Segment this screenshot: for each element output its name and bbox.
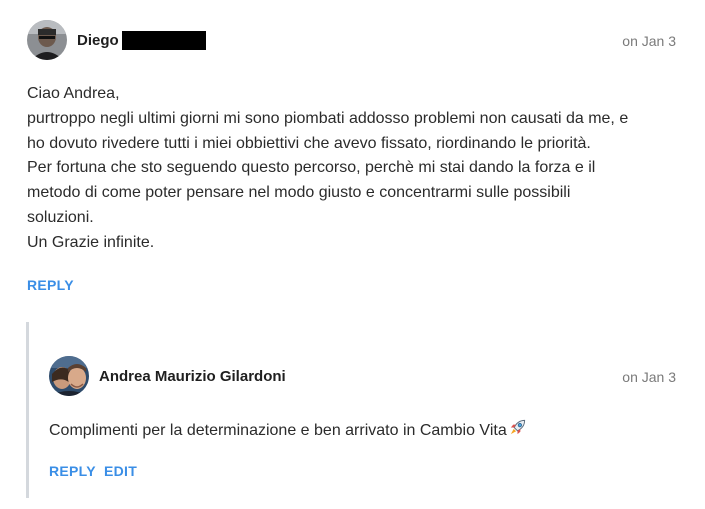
thread-line <box>26 322 29 498</box>
comment-timestamp[interactable]: on Jan 3 <box>622 33 676 49</box>
edit-button[interactable]: EDIT <box>104 463 137 479</box>
avatar-andrea[interactable] <box>49 356 89 396</box>
reply-button[interactable]: REPLY <box>27 277 74 293</box>
comment-line: ho dovuto rivedere tutti i miei obbietti… <box>27 134 591 152</box>
comment-line: Un Grazie infinite. <box>27 233 155 251</box>
reply-body: Complimenti per la determinazione e ben … <box>49 418 679 446</box>
redacted-surname <box>122 31 206 50</box>
reply-text: Complimenti per la determinazione e ben … <box>49 422 507 439</box>
reply-button[interactable]: REPLY <box>49 463 96 479</box>
rocket-icon <box>508 418 527 446</box>
comment-line: Per fortuna che sto seguendo questo perc… <box>27 159 596 177</box>
reply-timestamp[interactable]: on Jan 3 <box>622 369 676 385</box>
comment-line: Ciao Andrea, <box>27 85 120 102</box>
reply-author[interactable]: Andrea Maurizio Gilardoni <box>99 368 286 385</box>
comment-line: soluzioni. <box>27 208 94 226</box>
comment-body: Ciao Andrea, purtroppo negli ultimi gior… <box>27 82 687 256</box>
comment-line: metodo di come poter pensare nel modo gi… <box>27 184 571 202</box>
comment-line: purtroppo negli ultimi giorni mi sono pi… <box>27 109 629 127</box>
avatar-diego[interactable] <box>27 20 67 60</box>
comment-author[interactable]: Diego <box>77 32 119 49</box>
